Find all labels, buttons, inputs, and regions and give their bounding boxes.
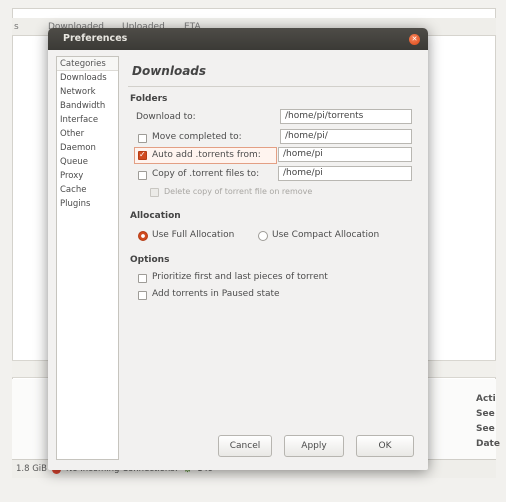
full-allocation-radio[interactable]	[138, 231, 148, 241]
category-downloads[interactable]: Downloads	[57, 71, 118, 85]
auto-add-field[interactable]: /home/pi	[278, 147, 412, 162]
dialog-buttons: Cancel Apply OK	[48, 435, 428, 457]
category-proxy[interactable]: Proxy	[57, 169, 118, 183]
folders-heading: Folders	[130, 94, 168, 104]
category-other[interactable]: Other	[57, 127, 118, 141]
dialog-title: Preferences	[63, 33, 128, 44]
allocation-heading: Allocation	[130, 211, 181, 221]
category-interface[interactable]: Interface	[57, 113, 118, 127]
page-title: Downloads	[132, 64, 207, 78]
compact-allocation-label[interactable]: Use Compact Allocation	[272, 230, 379, 240]
category-network[interactable]: Network	[57, 85, 118, 99]
full-allocation-label[interactable]: Use Full Allocation	[152, 230, 234, 240]
download-to-field[interactable]: /home/pi/torrents	[280, 109, 412, 124]
detail-label: Date	[476, 439, 500, 449]
auto-add-label[interactable]: Auto add .torrents from:	[152, 150, 261, 160]
download-to-label: Download to:	[136, 112, 196, 122]
copy-torrent-checkbox[interactable]	[138, 171, 147, 180]
category-cache[interactable]: Cache	[57, 183, 118, 197]
details-labels: Acti See See Date	[476, 394, 500, 454]
category-queue[interactable]: Queue	[57, 155, 118, 169]
dialog-titlebar[interactable]: Preferences ✕	[48, 28, 428, 50]
categories-header: Categories	[57, 57, 118, 71]
apply-button[interactable]: Apply	[284, 435, 344, 457]
heading-divider	[128, 86, 420, 87]
copy-torrent-field[interactable]: /home/pi	[278, 166, 412, 181]
category-daemon[interactable]: Daemon	[57, 141, 118, 155]
category-plugins[interactable]: Plugins	[57, 197, 118, 211]
downloads-page: Downloads Folders Download to: /home/pi/…	[128, 56, 420, 436]
prioritize-label[interactable]: Prioritize first and last pieces of torr…	[152, 272, 328, 282]
delete-copy-label: Delete copy of torrent file on remove	[164, 187, 313, 196]
preferences-dialog: Preferences ✕ Categories Downloads Netwo…	[48, 28, 428, 470]
category-bandwidth[interactable]: Bandwidth	[57, 99, 118, 113]
categories-list: Categories Downloads Network Bandwidth I…	[56, 56, 119, 460]
auto-add-checkbox[interactable]	[138, 150, 147, 160]
move-completed-checkbox[interactable]	[138, 134, 147, 143]
options-heading: Options	[130, 255, 170, 265]
move-completed-label[interactable]: Move completed to:	[152, 132, 242, 142]
ok-button[interactable]: OK	[356, 435, 414, 457]
detail-label: See	[476, 424, 495, 434]
paused-label[interactable]: Add torrents in Paused state	[152, 289, 280, 299]
compact-allocation-radio[interactable]	[258, 231, 268, 241]
copy-torrent-label[interactable]: Copy of .torrent files to:	[152, 169, 259, 179]
cancel-button[interactable]: Cancel	[218, 435, 272, 457]
delete-copy-checkbox[interactable]	[150, 188, 159, 197]
close-icon[interactable]: ✕	[409, 34, 420, 45]
column-header[interactable]: s	[14, 18, 19, 36]
paused-checkbox[interactable]	[138, 291, 147, 300]
detail-label: Acti	[476, 394, 496, 404]
detail-label: See	[476, 409, 495, 419]
disk-size: 1.8 GiB	[16, 464, 47, 474]
move-completed-field[interactable]: /home/pi/	[280, 129, 412, 144]
prioritize-checkbox[interactable]	[138, 274, 147, 283]
